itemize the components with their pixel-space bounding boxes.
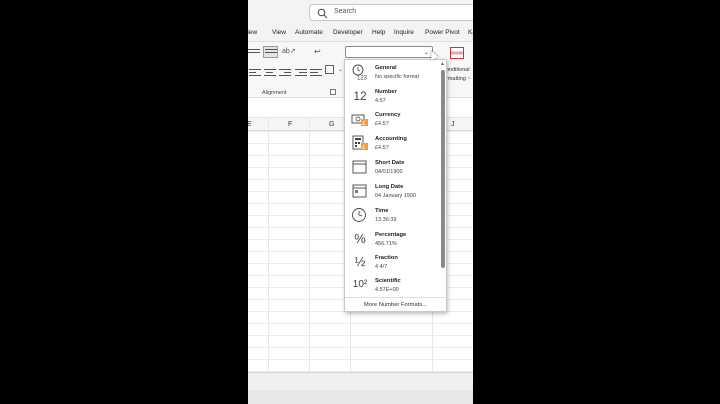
format-item-fraction[interactable]: ½ Fraction 4 4/7 xyxy=(345,251,440,274)
number-format-dropdown: ▲ 123 General No specific format 12 Numb… xyxy=(344,59,447,312)
format-sample: £4.57 xyxy=(375,121,389,127)
format-item-currency[interactable]: £ Currency £4.57 xyxy=(345,108,440,131)
format-label: Accounting xyxy=(375,136,407,142)
format-label: Short Date xyxy=(375,160,405,166)
calendar-icon xyxy=(351,159,369,175)
format-item-percentage[interactable]: % Percentage 456.71% xyxy=(345,228,440,251)
svg-text:123: 123 xyxy=(357,76,368,81)
svg-text:£: £ xyxy=(362,121,365,127)
orientation-icon[interactable]: ab↗ xyxy=(282,47,296,55)
clock-123-icon: 123 xyxy=(351,64,369,82)
scrollbar-thumb[interactable] xyxy=(441,70,445,268)
format-sample: 04 January 1900 xyxy=(375,193,416,199)
accounting-calculator-icon: £ xyxy=(351,135,369,151)
grid-row-line xyxy=(248,347,473,348)
format-label: Scientific xyxy=(375,278,401,284)
wrap-text-icon[interactable]: ↩ xyxy=(314,47,326,56)
alignment-group-label: Alignment xyxy=(262,90,287,96)
format-item-scientific[interactable]: 10² Scientific 4.57E+00 xyxy=(345,274,440,297)
format-label: Fraction xyxy=(375,255,398,261)
tab-power-pivot[interactable]: Power Pivot xyxy=(425,29,460,36)
column-header-e[interactable]: E xyxy=(248,121,252,128)
format-label: General xyxy=(375,65,397,71)
format-item-time[interactable]: Time 13:36:39 xyxy=(345,204,440,227)
grid-row-line xyxy=(248,359,473,360)
format-sample: 4 4/7 xyxy=(375,264,388,270)
format-sample: No specific format xyxy=(375,74,420,80)
calendar-icon xyxy=(351,183,369,199)
tab-view[interactable]: View xyxy=(272,29,286,36)
search-box[interactable]: Search xyxy=(309,4,473,21)
conditional-formatting-label[interactable]: onditional rmatting ~ xyxy=(446,66,471,84)
format-label: Percentage xyxy=(375,232,407,238)
format-item-short-date[interactable]: Short Date 04/01/1900 xyxy=(345,156,440,179)
clock-icon xyxy=(351,207,369,223)
format-item-long-date[interactable]: Long Date 04 January 1900 xyxy=(345,180,440,203)
tab-ka[interactable]: Ka xyxy=(468,29,473,36)
format-sample: 13:36:39 xyxy=(375,217,397,223)
tab-automate[interactable]: Automate xyxy=(295,29,323,36)
align-right-icon[interactable] xyxy=(279,67,291,77)
scientific-icon: 10² xyxy=(352,279,368,290)
svg-text:£: £ xyxy=(362,145,365,151)
column-header-g[interactable]: G xyxy=(329,121,334,128)
ribbon-tabs: rview View Automate Developer Help Inqui… xyxy=(248,24,473,42)
format-sample: £4.57 xyxy=(375,145,389,151)
column-header-j[interactable]: J xyxy=(451,121,455,128)
format-label: Number xyxy=(375,89,397,95)
format-item-accounting[interactable]: £ Accounting £4.57 xyxy=(345,132,440,155)
sheet-tab-bar xyxy=(248,372,473,390)
merge-dropdown-icon[interactable]: ⌄ xyxy=(338,66,343,73)
dialog-launcher-icon[interactable] xyxy=(330,89,336,95)
tab-developer[interactable]: Developer xyxy=(333,29,363,36)
excel-window: Search rview View Automate Developer Hel… xyxy=(248,0,473,404)
grid-row-line xyxy=(248,335,473,336)
grid-row-line xyxy=(248,323,473,324)
conditional-formatting-icon[interactable] xyxy=(450,47,464,59)
tab-review[interactable]: rview xyxy=(248,29,257,36)
search-placeholder: Search xyxy=(334,8,357,15)
increase-indent-icon[interactable] xyxy=(310,67,322,77)
tab-inquire[interactable]: Inquire xyxy=(394,29,414,36)
format-label: Currency xyxy=(375,112,401,118)
decrease-indent-icon[interactable] xyxy=(295,67,307,77)
number-12-icon: 12 xyxy=(353,89,367,103)
align-bottom-icon[interactable] xyxy=(263,46,278,58)
percent-icon: % xyxy=(354,231,366,246)
column-header-f[interactable]: F xyxy=(288,121,292,128)
more-number-formats-link[interactable]: More Number Formats... xyxy=(345,297,446,311)
merge-center-icon[interactable] xyxy=(325,65,334,74)
align-left-icon[interactable] xyxy=(249,67,261,77)
format-sample: 4.57 xyxy=(375,98,386,104)
format-label: Time xyxy=(375,208,389,214)
align-center-icon[interactable] xyxy=(264,67,276,77)
currency-icon: £ xyxy=(351,111,369,127)
align-middle-icon[interactable] xyxy=(248,47,260,57)
scroll-up-icon[interactable]: ▲ xyxy=(440,61,445,67)
tab-help[interactable]: Help xyxy=(372,29,385,36)
title-bar: Search xyxy=(248,0,473,24)
format-sample: 04/01/1900 xyxy=(375,169,403,175)
fraction-icon: ½ xyxy=(354,254,366,269)
status-bar xyxy=(248,390,473,404)
search-icon xyxy=(317,8,328,19)
format-sample: 456.71% xyxy=(375,241,397,247)
format-item-general[interactable]: 123 General No specific format xyxy=(345,61,440,84)
format-item-number[interactable]: 12 Number 4.57 xyxy=(345,85,440,108)
number-format-combo[interactable]: ⌄ xyxy=(345,46,433,58)
format-sample: 4.57E+00 xyxy=(375,287,399,293)
format-label: Long Date xyxy=(375,184,404,190)
